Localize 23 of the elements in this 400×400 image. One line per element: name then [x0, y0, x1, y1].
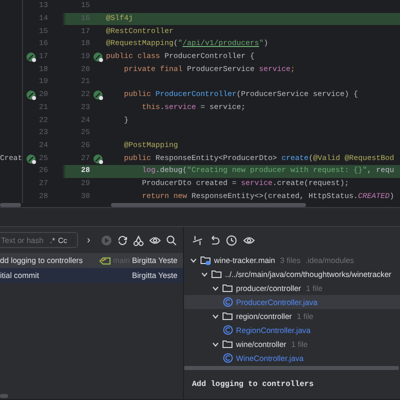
eye-icon[interactable] — [243, 234, 255, 246]
folder-icon — [222, 339, 233, 349]
folder-icon — [211, 269, 222, 279]
branch-filter-button[interactable]: › — [87, 234, 90, 246]
clock-icon[interactable] — [226, 234, 237, 246]
scrollbar[interactable] — [184, 366, 399, 370]
scrollbar[interactable] — [111, 203, 306, 207]
undo-icon[interactable] — [209, 234, 220, 246]
class-icon — [223, 353, 233, 363]
search-icon[interactable] — [166, 234, 178, 246]
chevron-down-icon[interactable] — [212, 312, 219, 320]
scrollbar[interactable] — [0, 203, 21, 207]
tag-icon — [99, 256, 111, 264]
chevron-down-icon[interactable] — [212, 340, 219, 348]
class-icon — [223, 297, 233, 307]
class-icon — [223, 325, 233, 335]
cherry-pick-icon[interactable] — [133, 234, 144, 246]
scrollbar[interactable] — [0, 394, 8, 398]
folder-icon — [222, 311, 233, 321]
folder-icon — [222, 283, 233, 293]
refresh-icon[interactable] — [117, 234, 128, 246]
module-folder-icon — [200, 255, 211, 265]
eye-icon[interactable] — [149, 234, 162, 246]
